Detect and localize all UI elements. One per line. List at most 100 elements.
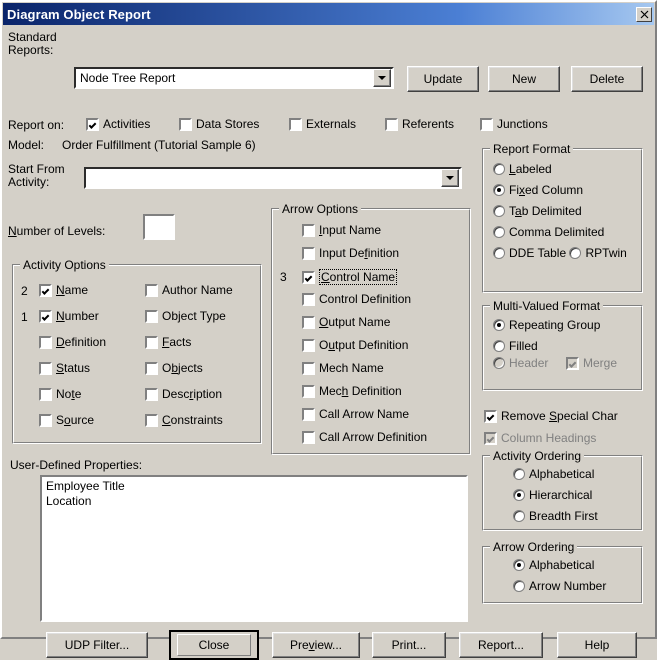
activity-constraints-checkbox[interactable]: Constraints — [145, 413, 223, 427]
report-format-comma-delimited-radio[interactable]: Comma Delimited — [493, 221, 604, 242]
report-button[interactable]: Report... — [459, 632, 543, 658]
checkbox-box — [480, 117, 493, 131]
udp-listbox[interactable]: Employee Title Location — [40, 475, 468, 622]
activity-status-checkbox[interactable]: Status — [39, 361, 90, 375]
report-on-label: Report on: — [8, 118, 65, 132]
arrow-control-name-checkbox[interactable]: Control Name — [302, 269, 398, 285]
report-on-externals-checkbox[interactable]: Externals — [289, 117, 356, 131]
arrow-mech-definition-checkbox[interactable]: Mech Definition — [302, 384, 402, 398]
report-on-data-stores-checkbox[interactable]: Data Stores — [179, 117, 259, 131]
arrow-input-definition-checkbox[interactable]: Input Definition — [302, 246, 399, 260]
standard-reports-value: Node Tree Report — [80, 71, 176, 85]
activity-objects-checkbox[interactable]: Objects — [145, 361, 203, 375]
dialog-window: Diagram Object Report Standard Reports: … — [0, 0, 657, 660]
chevron-down-icon — [446, 176, 454, 180]
mvf-header-radio[interactable]: Header — [493, 356, 548, 370]
report-on-activities-checkbox[interactable]: Activities — [86, 117, 150, 131]
activity-object-type-checkbox[interactable]: Object Type — [145, 309, 226, 323]
number-of-levels-input[interactable] — [143, 214, 175, 240]
preview-button[interactable]: Preview... — [272, 632, 360, 658]
column-headings-checkbox[interactable]: Column Headings — [484, 431, 596, 445]
standard-reports-dropdown-arrow[interactable] — [373, 69, 391, 87]
activity-ordering-hierarchical-radio[interactable]: Hierarchical — [513, 484, 592, 505]
activity-note-checkbox[interactable]: Note — [39, 387, 81, 401]
activity-description-checkbox[interactable]: Description — [145, 387, 222, 401]
update-button[interactable]: Update — [407, 66, 479, 92]
arrow-output-name-checkbox[interactable]: Output Name — [302, 315, 390, 329]
udp-label: User-Defined Properties: — [10, 458, 143, 472]
preview-label: Preview... — [289, 638, 343, 652]
checkbox-box — [302, 361, 315, 375]
report-format-labeled-radio[interactable]: Labeled — [493, 158, 552, 179]
mvf-merge-checkbox[interactable]: Merge — [566, 356, 617, 370]
report-format-labeled-label: Labeled — [509, 161, 552, 176]
activity-author-name-label: Author Name — [162, 283, 233, 297]
dialog-client-area: Standard Reports: Node Tree Report Updat… — [2, 25, 655, 660]
arrow-call-arrow-definition-checkbox[interactable]: Call Arrow Definition — [302, 430, 427, 444]
radio-circle — [513, 509, 525, 522]
report-format-tab-delimited-radio[interactable]: Tab Delimited — [493, 200, 582, 221]
report-format-legend: Report Format — [490, 142, 574, 156]
radio-circle — [493, 225, 505, 238]
udp-filter-button[interactable]: UDP Filter... — [46, 632, 148, 658]
checkbox-box — [145, 361, 158, 375]
activity-facts-checkbox[interactable]: Facts — [145, 335, 191, 349]
arrow-ordering-legend: Arrow Ordering — [490, 540, 578, 554]
arrow-ordering-arrow-number-radio[interactable]: Arrow Number — [513, 575, 606, 596]
activity-options-legend: Activity Options — [20, 258, 109, 272]
checkbox-box — [302, 246, 315, 260]
model-value: Order Fulfillment (Tutorial Sample 6) — [62, 138, 256, 152]
standard-reports-combo[interactable]: Node Tree Report — [74, 67, 394, 89]
arrow-ordering-alphabetical-radio[interactable]: Alphabetical — [513, 554, 594, 575]
remove-special-char-checkbox[interactable]: Remove Special Char — [484, 409, 618, 423]
activity-name-checkbox[interactable]: Name — [39, 283, 88, 297]
udp-filter-label: UDP Filter... — [64, 638, 130, 652]
activity-constraints-label: Constraints — [162, 413, 223, 427]
arrow-mech-name-checkbox[interactable]: Mech Name — [302, 361, 384, 375]
help-button[interactable]: Help — [557, 632, 637, 658]
print-button[interactable]: Print... — [372, 632, 446, 658]
activity-number-checkbox[interactable]: Number — [39, 309, 99, 323]
arrow-control-name-label: Control Name — [319, 269, 398, 285]
arrow-output-definition-checkbox[interactable]: Output Definition — [302, 338, 408, 352]
report-format-fixed-column-radio[interactable]: Fixed Column — [493, 179, 583, 200]
mvf-filled-radio[interactable]: Filled — [493, 335, 538, 356]
list-item[interactable]: Employee Title — [46, 479, 466, 494]
checkbox-box — [86, 117, 99, 131]
radio-circle — [513, 558, 525, 571]
arrow-control-definition-label: Control Definition — [319, 292, 412, 306]
report-on-referents-checkbox[interactable]: Referents — [385, 117, 454, 131]
mvf-repeating-group-radio[interactable]: Repeating Group — [493, 314, 600, 335]
close-dialog-button[interactable]: Close — [169, 630, 259, 660]
activity-author-name-checkbox[interactable]: Author Name — [145, 283, 233, 297]
checkbox-box — [145, 309, 158, 323]
checkbox-box — [145, 387, 158, 401]
arrow-call-arrow-name-checkbox[interactable]: Call Arrow Name — [302, 407, 409, 421]
checkbox-box — [39, 413, 52, 427]
activity-definition-checkbox[interactable]: Definition — [39, 335, 106, 349]
report-on-junctions-checkbox[interactable]: Junctions — [480, 117, 548, 131]
new-button[interactable]: New — [488, 66, 560, 92]
arrow-input-name-checkbox[interactable]: Input Name — [302, 223, 381, 237]
close-button[interactable] — [636, 6, 652, 22]
activity-ordering-alphabetical-label: Alphabetical — [529, 466, 595, 481]
arrow-control-definition-checkbox[interactable]: Control Definition — [302, 292, 411, 306]
activity-ordering-breadth-first-label: Breadth First — [529, 508, 598, 523]
activity-ordering-alphabetical-radio[interactable]: Alphabetical — [513, 463, 594, 484]
delete-button[interactable]: Delete — [571, 66, 643, 92]
mvf-header-label: Header — [509, 356, 549, 370]
arrow-input-definition-label: Input Definition — [319, 246, 400, 260]
activity-source-checkbox[interactable]: Source — [39, 413, 94, 427]
activity-options-group: Activity Options 2 Name 1 Number Definit… — [12, 258, 262, 444]
activity-name-order: 2 — [21, 284, 28, 298]
list-item[interactable]: Location — [46, 494, 466, 509]
radio-circle — [493, 162, 505, 175]
checkbox-box — [39, 387, 52, 401]
start-from-activity-dropdown-arrow[interactable] — [441, 169, 459, 187]
start-from-activity-combo[interactable] — [84, 167, 462, 189]
report-format-dde-table-radio[interactable]: DDE Table — [493, 242, 566, 263]
radio-circle — [493, 339, 505, 352]
activity-ordering-breadth-first-radio[interactable]: Breadth First — [513, 505, 598, 526]
multi-valued-format-legend: Multi-Valued Format — [490, 299, 604, 313]
report-format-rptwin-radio[interactable]: RPTwin — [569, 242, 627, 263]
